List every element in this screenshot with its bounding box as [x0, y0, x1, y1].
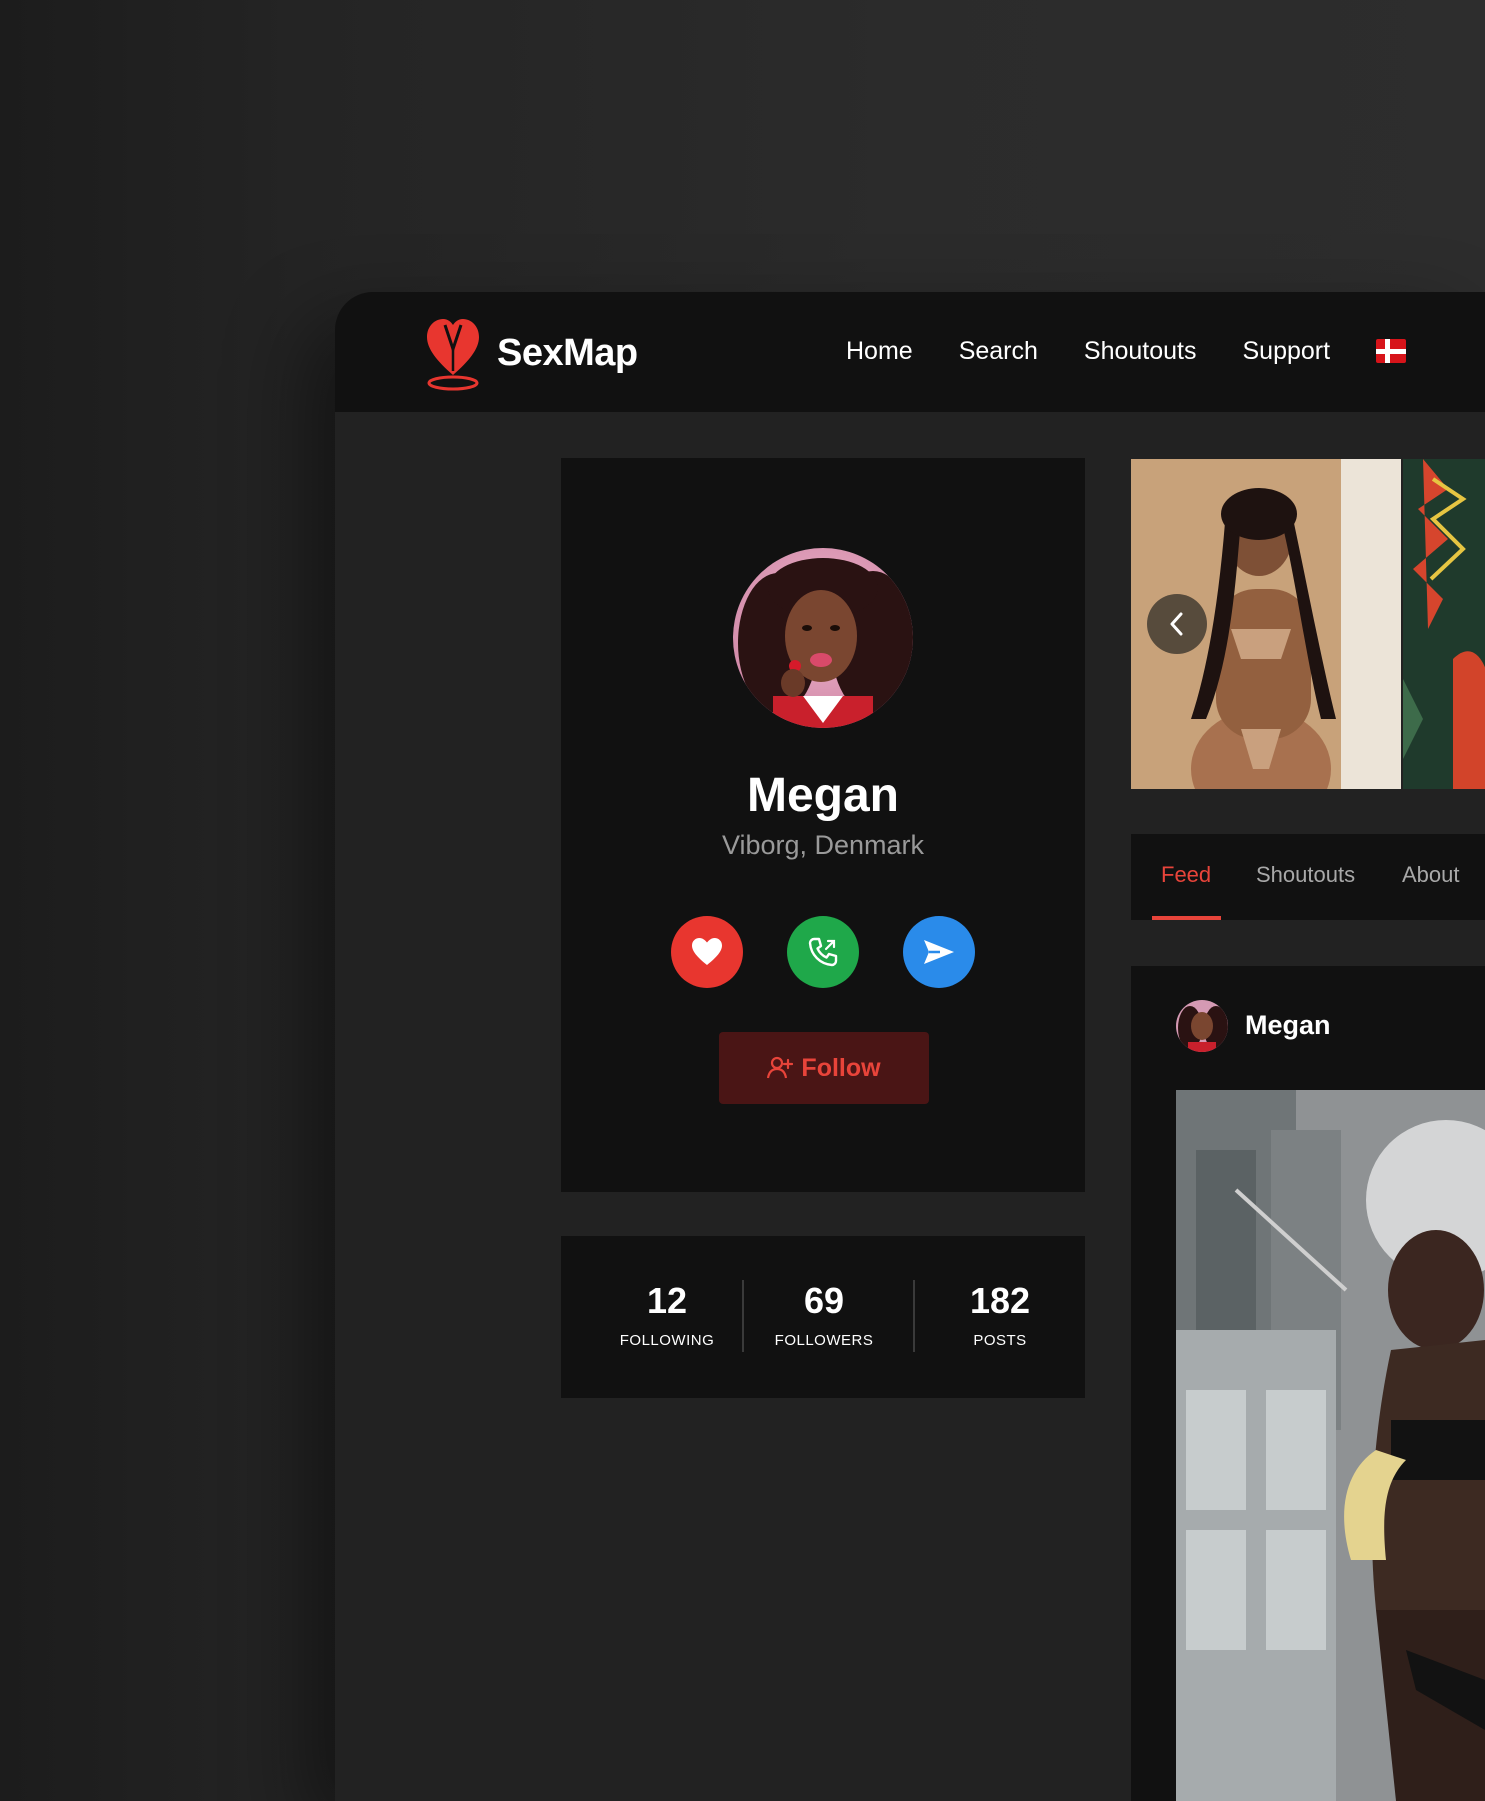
app-window: SexMap Home Search Shoutouts Support Meg…	[335, 292, 1485, 1801]
stat-value: 69	[803, 1280, 845, 1321]
stat-value: 12	[646, 1280, 688, 1321]
profile-card: Megan Viborg, Denmark Follow	[561, 458, 1085, 1192]
post-photo	[1176, 1090, 1485, 1801]
follow-label: Follow	[801, 1053, 881, 1082]
heart-icon	[692, 938, 722, 965]
nav-search[interactable]: Search	[959, 337, 1038, 366]
stat-following[interactable]: 12 FOLLOWING	[619, 1280, 715, 1349]
stat-label: FOLLOWERS	[774, 1332, 874, 1349]
profile-name: Megan	[746, 769, 899, 822]
avatar-photo	[733, 548, 913, 728]
stat-divider	[742, 1280, 744, 1352]
profile-actions	[671, 916, 975, 988]
denmark-flag-icon[interactable]	[1376, 339, 1407, 363]
tab-about[interactable]: About	[1402, 862, 1460, 888]
stat-label: FOLLOWING	[619, 1332, 715, 1349]
like-button[interactable]	[671, 916, 743, 988]
gallery-photo[interactable]	[1403, 459, 1485, 789]
map-pin-heart-icon	[427, 319, 479, 391]
brand-logo[interactable]: SexMap	[423, 314, 663, 392]
message-button[interactable]	[903, 916, 975, 988]
feed-post: Megan	[1131, 966, 1485, 1801]
stat-value: 182	[969, 1280, 1031, 1321]
gallery-prev-button[interactable]	[1147, 594, 1207, 654]
post-author-photo	[1176, 1000, 1228, 1052]
phone-icon	[808, 937, 838, 967]
tab-feed[interactable]: Feed	[1161, 862, 1211, 888]
stat-posts[interactable]: 182 POSTS	[951, 1280, 1049, 1349]
profile-location: Viborg, Denmark	[721, 830, 925, 860]
stat-label: POSTS	[973, 1332, 1027, 1349]
stat-divider	[913, 1280, 915, 1352]
call-button[interactable]	[787, 916, 859, 988]
post-author-name[interactable]: Megan	[1245, 1010, 1331, 1041]
follow-button[interactable]: Follow	[719, 1032, 929, 1104]
tab-shoutouts[interactable]: Shoutouts	[1256, 862, 1355, 888]
post-image[interactable]	[1176, 1090, 1485, 1801]
nav-shoutouts[interactable]: Shoutouts	[1084, 337, 1197, 366]
active-tab-indicator	[1152, 916, 1221, 920]
nav-support[interactable]: Support	[1243, 337, 1331, 366]
profile-tabs: Feed Shoutouts About	[1131, 834, 1485, 920]
post-author-avatar[interactable]	[1176, 1000, 1228, 1052]
avatar[interactable]	[733, 548, 913, 728]
user-plus-icon	[767, 1056, 794, 1079]
nav-home[interactable]: Home	[846, 337, 913, 366]
photo-gallery	[1131, 459, 1485, 789]
brand-name: SexMap	[497, 331, 638, 374]
stats-card: 12 FOLLOWING 69 FOLLOWERS 182 POSTS	[561, 1236, 1085, 1398]
chevron-left-icon	[1170, 612, 1183, 636]
stat-followers[interactable]: 69 FOLLOWERS	[771, 1280, 877, 1349]
main-nav: Home Search Shoutouts Support	[846, 326, 1407, 376]
top-navbar: SexMap Home Search Shoutouts Support	[335, 292, 1485, 412]
send-icon	[924, 940, 954, 964]
